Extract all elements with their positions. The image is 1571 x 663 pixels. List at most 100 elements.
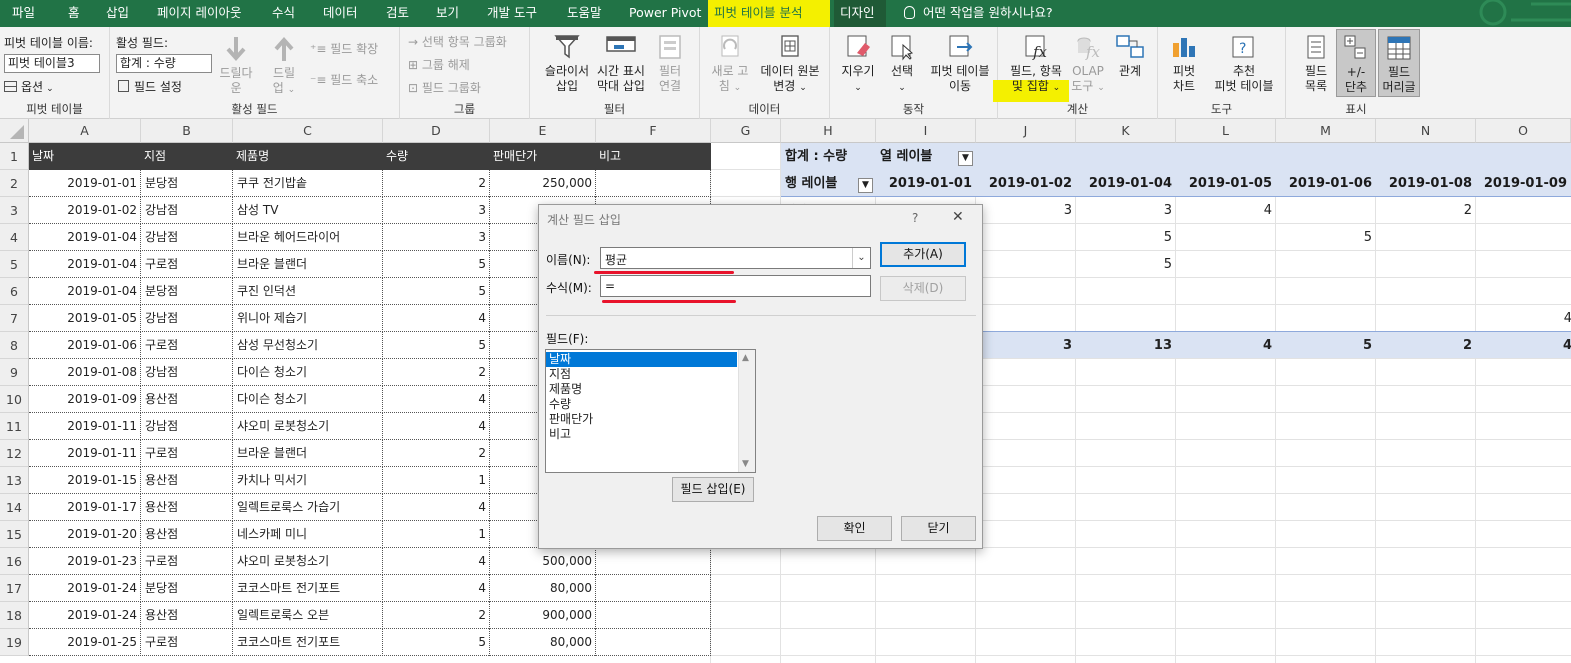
group-selection-button[interactable]: → 선택 항목 그룹화 — [408, 33, 507, 50]
row-filter-dropdown[interactable]: ▼ — [858, 178, 873, 193]
table-cell[interactable]: 2 — [383, 170, 490, 197]
table-cell[interactable]: 2019-01-06 — [29, 332, 141, 359]
row-header[interactable]: 4 — [0, 224, 29, 251]
table-cell[interactable]: 2019-01-24 — [29, 575, 141, 602]
pivot-row-labels[interactable]: 행 레이블 — [781, 170, 841, 197]
table-cell[interactable]: 3 — [383, 224, 490, 251]
table-cell[interactable]: 2019-01-04 — [29, 224, 141, 251]
header-note[interactable]: 비고 — [599, 143, 621, 170]
table-cell[interactable]: 4 — [383, 305, 490, 332]
ungroup-button[interactable]: ⊞ 그룹 해제 — [408, 56, 470, 73]
row-header[interactable]: 14 — [0, 494, 29, 521]
field-headers-toggle[interactable]: 필드 머리글 — [1378, 29, 1420, 97]
table-cell[interactable]: 브라운 블랜더 — [233, 440, 383, 467]
relationships-button[interactable]: 관계 — [1110, 33, 1150, 79]
column-header-d[interactable]: D — [383, 119, 490, 143]
table-cell[interactable] — [596, 548, 711, 575]
table-cell[interactable]: 다이슨 청소기 — [233, 386, 383, 413]
table-cell[interactable]: 1 — [383, 521, 490, 548]
table-cell[interactable]: 일렉트로룩스 오븐 — [233, 602, 383, 629]
column-header-c[interactable]: C — [233, 119, 383, 143]
row-header[interactable]: 2 — [0, 170, 29, 197]
header-branch[interactable]: 지점 — [144, 143, 166, 170]
tab-developer[interactable]: 개발 도구 — [487, 0, 537, 27]
row-header[interactable]: 10 — [0, 386, 29, 413]
tab-pivot-analyze[interactable]: 피벗 테이블 분석 — [708, 0, 830, 27]
table-cell[interactable]: 2019-01-08 — [29, 359, 141, 386]
options-button[interactable]: 옵션 ⌄ — [4, 78, 54, 95]
group-field-button[interactable]: ⊡ 필드 그룹화 — [408, 79, 481, 96]
table-cell[interactable]: 2019-01-25 — [29, 629, 141, 656]
header-price[interactable]: 판매단가 — [493, 143, 537, 170]
table-cell[interactable]: 2019-01-04 — [29, 278, 141, 305]
table-cell[interactable]: 용산점 — [141, 494, 233, 521]
row-header[interactable]: 1 — [0, 143, 29, 170]
table-cell[interactable]: 네스카페 미니 — [233, 521, 383, 548]
table-cell[interactable]: 용산점 — [141, 521, 233, 548]
name-value[interactable]: 평균 — [605, 251, 627, 268]
pivot-date-header[interactable]: 2019-01-05 — [1176, 170, 1276, 197]
column-header-k[interactable]: K — [1076, 119, 1176, 143]
field-list-item[interactable]: 판매단가 — [546, 412, 737, 427]
table-cell[interactable]: 1 — [383, 467, 490, 494]
select-all-corner[interactable] — [0, 119, 29, 143]
change-data-source-button[interactable]: 데이터 원본 변경 ⌄ — [754, 33, 826, 96]
table-cell[interactable]: 4 — [383, 386, 490, 413]
row-header[interactable]: 15 — [0, 521, 29, 548]
tell-me-search[interactable]: 어떤 작업을 원하시나요? — [904, 0, 1053, 27]
move-pivot-button[interactable]: 피벗 테이블 이동 — [924, 33, 996, 94]
table-cell[interactable]: 2019-01-04 — [29, 251, 141, 278]
table-cell[interactable]: 삼성 무선청소기 — [233, 332, 383, 359]
column-header-e[interactable]: E — [490, 119, 596, 143]
tab-insert[interactable]: 삽입 — [106, 0, 129, 27]
close-icon[interactable]: ✕ — [952, 209, 964, 225]
formula-input[interactable]: = — [600, 275, 871, 297]
pivot-date-header[interactable]: 2019-01-08 — [1376, 170, 1476, 197]
table-cell[interactable]: 코코스마트 전기포트 — [233, 629, 383, 656]
close-button[interactable]: 닫기 — [901, 516, 976, 541]
table-cell[interactable]: 2019-01-02 — [29, 197, 141, 224]
pivot-value-cell[interactable]: 5 — [1076, 224, 1176, 251]
column-header-j[interactable]: J — [976, 119, 1076, 143]
pivot-date-header[interactable]: 2019-01-06 — [1276, 170, 1376, 197]
pivot-grand-total-cell[interactable]: 13 — [1076, 332, 1176, 359]
field-list-item[interactable]: 지점 — [546, 367, 737, 382]
table-cell[interactable]: 5 — [383, 332, 490, 359]
tab-help[interactable]: 도움말 — [567, 0, 602, 27]
table-cell[interactable]: 2019-01-23 — [29, 548, 141, 575]
table-cell[interactable]: 4 — [383, 494, 490, 521]
table-cell[interactable]: 5 — [383, 629, 490, 656]
scroll-up-icon[interactable]: ▲ — [742, 353, 749, 363]
column-header-g[interactable]: G — [711, 119, 781, 143]
table-cell[interactable]: 강남점 — [141, 197, 233, 224]
fields-items-sets-button[interactable]: fx 필드, 항목 및 집합 ⌄ — [1002, 33, 1070, 96]
table-cell[interactable]: 쿠쿠 전기밥솥 — [233, 170, 383, 197]
table-cell[interactable]: 구로점 — [141, 548, 233, 575]
table-cell[interactable] — [596, 629, 711, 656]
table-cell[interactable]: 2019-01-09 — [29, 386, 141, 413]
pivot-date-header[interactable]: 2019-01-01 — [876, 170, 976, 197]
select-button[interactable]: 선택 ⌄ — [880, 33, 924, 96]
table-cell[interactable]: 코코스마트 전기포트 — [233, 575, 383, 602]
insert-slicer-button[interactable]: 슬라이서 삽입 — [538, 33, 596, 94]
table-cell[interactable]: 샤오미 로봇청소기 — [233, 413, 383, 440]
table-cell[interactable]: 250,000 — [490, 170, 596, 197]
row-header[interactable]: 11 — [0, 413, 29, 440]
tab-file[interactable]: 파일 — [12, 0, 35, 27]
table-cell[interactable]: 분당점 — [141, 575, 233, 602]
table-cell[interactable]: 900,000 — [490, 602, 596, 629]
table-cell[interactable]: 2019-01-20 — [29, 521, 141, 548]
expand-field-button[interactable]: ⁺≡ 필드 확장 — [310, 40, 378, 57]
column-header-n[interactable]: N — [1376, 119, 1476, 143]
name-combobox[interactable]: 평균 ⌄ — [600, 247, 871, 269]
listbox-scrollbar[interactable]: ▲ ▼ — [738, 350, 755, 472]
column-header-l[interactable]: L — [1176, 119, 1276, 143]
pivot-chart-button[interactable]: 피벗 차트 — [1164, 33, 1204, 94]
table-cell[interactable]: 브라운 헤어드라이어 — [233, 224, 383, 251]
column-header-i[interactable]: I — [876, 119, 976, 143]
pivot-name-input[interactable]: 피벗 테이블3 — [4, 54, 100, 73]
tab-view[interactable]: 보기 — [436, 0, 459, 27]
table-cell[interactable]: 2 — [383, 440, 490, 467]
table-cell[interactable]: 다이슨 청소기 — [233, 359, 383, 386]
insert-field-button[interactable]: 필드 삽입(E) — [672, 477, 754, 502]
